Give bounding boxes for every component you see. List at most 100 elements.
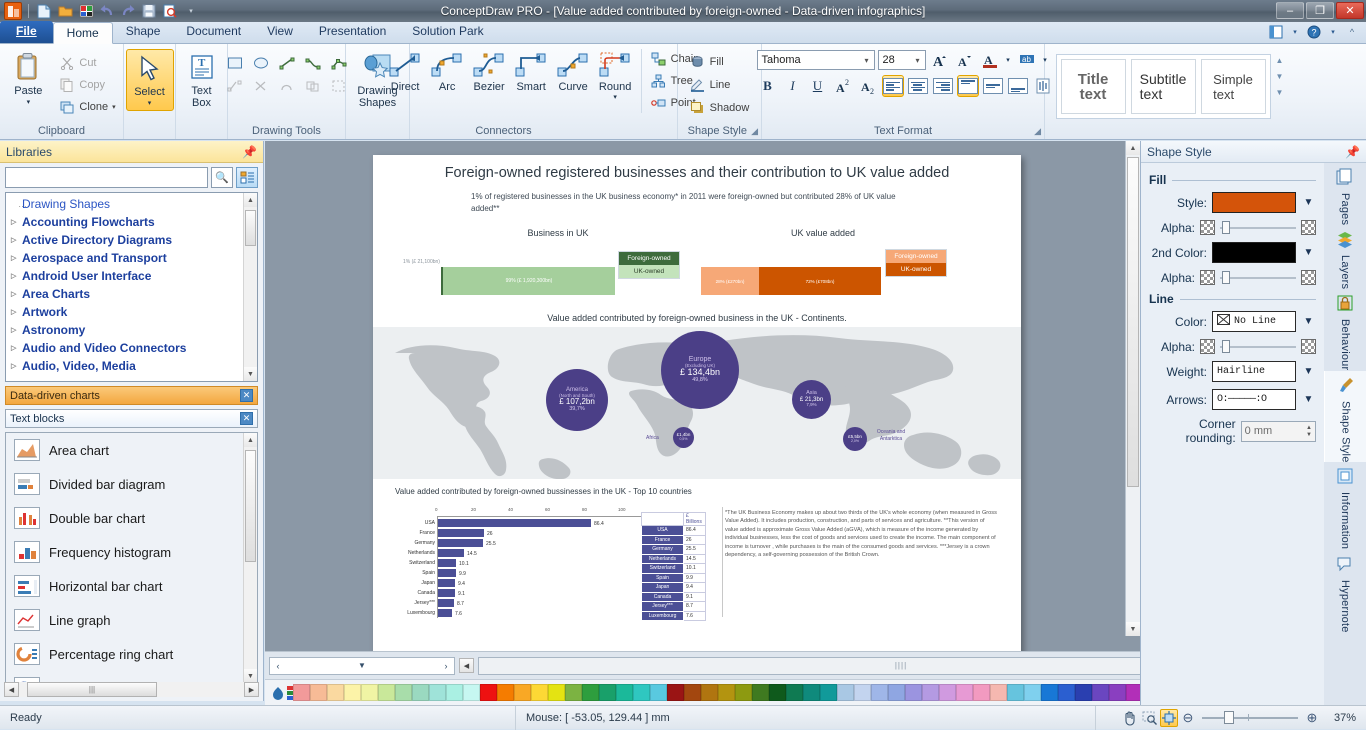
color-swatch[interactable] — [837, 684, 854, 701]
zoom-slider[interactable] — [1202, 711, 1298, 725]
zoom-in-button[interactable]: ⊕ — [1302, 709, 1322, 727]
style-subtitle-text[interactable]: Subtitletext — [1131, 59, 1196, 114]
gallery-more-icon[interactable]: ▼ — [1276, 88, 1284, 104]
color-swatch[interactable] — [1109, 684, 1126, 701]
underline-button[interactable]: U — [807, 75, 829, 97]
scroll-down-icon[interactable]: ▼ — [1126, 622, 1140, 636]
color-swatch[interactable] — [701, 684, 718, 701]
tree-item-artwork[interactable]: ▷Artwork — [6, 303, 239, 321]
font-family-combo[interactable]: Tahoma▾ — [757, 50, 875, 70]
align-right-button[interactable] — [932, 75, 954, 97]
color-swatch[interactable] — [888, 684, 905, 701]
list-item[interactable]: Divided bar diagram — [6, 467, 257, 501]
select-dropdown-icon[interactable]: ▾ — [148, 98, 152, 110]
library-search-input[interactable] — [5, 167, 208, 188]
color-swatch[interactable] — [990, 684, 1007, 701]
tree-item-active-directory-diagrams[interactable]: ▷Active Directory Diagrams — [6, 231, 239, 249]
connector-arc-button[interactable]: Arc — [427, 49, 468, 93]
align-bottom-button[interactable] — [1007, 75, 1029, 97]
page-selector[interactable]: ‹ ▼ › — [269, 657, 455, 675]
fill-alpha-slider[interactable] — [1220, 221, 1296, 235]
color-swatch[interactable] — [803, 684, 820, 701]
tab-shape[interactable]: Shape — [113, 21, 174, 43]
color-swatch[interactable] — [531, 684, 548, 701]
corner-rounding-input[interactable]: 0 mm ▲▼ — [1241, 421, 1316, 442]
chevron-right-icon[interactable]: ▷ — [11, 290, 16, 298]
chevron-right-icon[interactable]: ▷ — [11, 272, 16, 280]
fill-button[interactable]: Fill — [687, 52, 753, 72]
library-view-toggle-icon[interactable] — [236, 167, 258, 188]
color-swatch[interactable] — [599, 684, 616, 701]
tree-item-android-user-interface[interactable]: ▷Android User Interface — [6, 267, 239, 285]
color-swatch[interactable] — [548, 684, 565, 701]
color-swatch[interactable] — [922, 684, 939, 701]
scrollbar-thumb[interactable]: |||| — [895, 661, 907, 670]
color-swatch[interactable] — [293, 684, 310, 701]
list-item[interactable]: Line graph — [6, 603, 257, 637]
scrollbar-thumb[interactable]: ||| — [27, 682, 157, 697]
color-swatch[interactable] — [497, 684, 514, 701]
clone-button[interactable]: Clone ▾ — [56, 97, 118, 117]
chevron-down-icon[interactable]: ▼ — [1301, 364, 1316, 379]
color-swatch[interactable] — [735, 684, 752, 701]
scroll-up-icon[interactable]: ▲ — [1126, 141, 1140, 155]
paste-dropdown-icon[interactable]: ▾ — [27, 97, 31, 109]
edit-points-icon[interactable] — [224, 76, 246, 96]
maximize-button[interactable]: ❐ — [1306, 2, 1334, 19]
list-item[interactable]: Double bar chart — [6, 501, 257, 535]
next-page-icon[interactable]: › — [438, 658, 454, 674]
tab-presentation[interactable]: Presentation — [306, 21, 399, 43]
library-horizontal-scrollbar[interactable]: ◀ ||| ▶ — [4, 682, 259, 697]
color-swatch[interactable] — [1058, 684, 1075, 701]
line-alpha-slider[interactable] — [1220, 340, 1296, 354]
scroll-up-icon[interactable]: ▲ — [244, 433, 257, 447]
color-swatch[interactable] — [1007, 684, 1024, 701]
redo-icon[interactable] — [119, 2, 137, 20]
save-icon[interactable] — [140, 2, 158, 20]
second-color-swatch[interactable] — [1212, 242, 1296, 263]
scrollbar-thumb[interactable] — [1127, 157, 1139, 487]
rectangle-tool-icon[interactable] — [224, 53, 246, 73]
chevron-right-icon[interactable]: ▷ — [11, 308, 16, 316]
color-swatch[interactable] — [1024, 684, 1041, 701]
union-shape-icon[interactable] — [302, 76, 324, 96]
chevron-down-icon[interactable]: ▼ — [1301, 392, 1316, 407]
collapse-ribbon-icon[interactable]: ^ — [1344, 24, 1360, 40]
spinner-down-icon[interactable]: ▼ — [1306, 432, 1312, 438]
list-item[interactable]: Percentage ring chart — [6, 637, 257, 671]
window-layout-icon[interactable] — [1268, 24, 1284, 40]
connector-curve-button[interactable]: Curve — [553, 49, 594, 93]
chevron-right-icon[interactable]: ▷ — [11, 344, 16, 352]
minimize-button[interactable]: – — [1276, 2, 1304, 19]
print-preview-icon[interactable] — [161, 2, 179, 20]
close-icon[interactable]: ✕ — [240, 412, 253, 425]
color-swatch[interactable] — [361, 684, 378, 701]
italic-button[interactable]: I — [782, 75, 804, 97]
tab-information[interactable]: Information — [1324, 462, 1366, 549]
chevron-right-icon[interactable]: ▷ — [11, 236, 16, 244]
color-swatch[interactable] — [1075, 684, 1092, 701]
undo-icon[interactable] — [98, 2, 116, 20]
open-folder-icon[interactable] — [56, 2, 74, 20]
color-swatch[interactable] — [871, 684, 888, 701]
fill-style-swatch[interactable] — [1212, 192, 1296, 213]
clone-dropdown-icon[interactable]: ▾ — [112, 103, 116, 111]
text-box-button[interactable]: T Text Box — [178, 49, 226, 109]
scroll-right-icon[interactable]: ▶ — [244, 682, 259, 697]
color-swatch[interactable] — [514, 684, 531, 701]
shape-list-scrollbar[interactable]: ▲ ▼ — [243, 433, 257, 683]
join-shape-icon[interactable] — [276, 76, 298, 96]
pan-hand-icon[interactable] — [1120, 709, 1140, 727]
quick-access-toolbar[interactable]: ▾ — [0, 0, 200, 22]
search-icon[interactable]: 🔍 — [211, 167, 233, 188]
customize-qat-icon[interactable]: ▾ — [182, 2, 200, 20]
color-swatch[interactable] — [327, 684, 344, 701]
color-swatch[interactable] — [463, 684, 480, 701]
canvas-area[interactable]: Foreign-owned registered businesses and … — [265, 141, 1140, 651]
scroll-up-icon[interactable]: ▲ — [244, 193, 257, 207]
font-size-combo[interactable]: 28▾ — [878, 50, 926, 70]
help-icon[interactable]: ? — [1306, 24, 1322, 40]
align-top-button[interactable] — [957, 75, 979, 97]
new-document-icon[interactable] — [35, 2, 53, 20]
cut-button[interactable]: Cut — [56, 53, 118, 73]
